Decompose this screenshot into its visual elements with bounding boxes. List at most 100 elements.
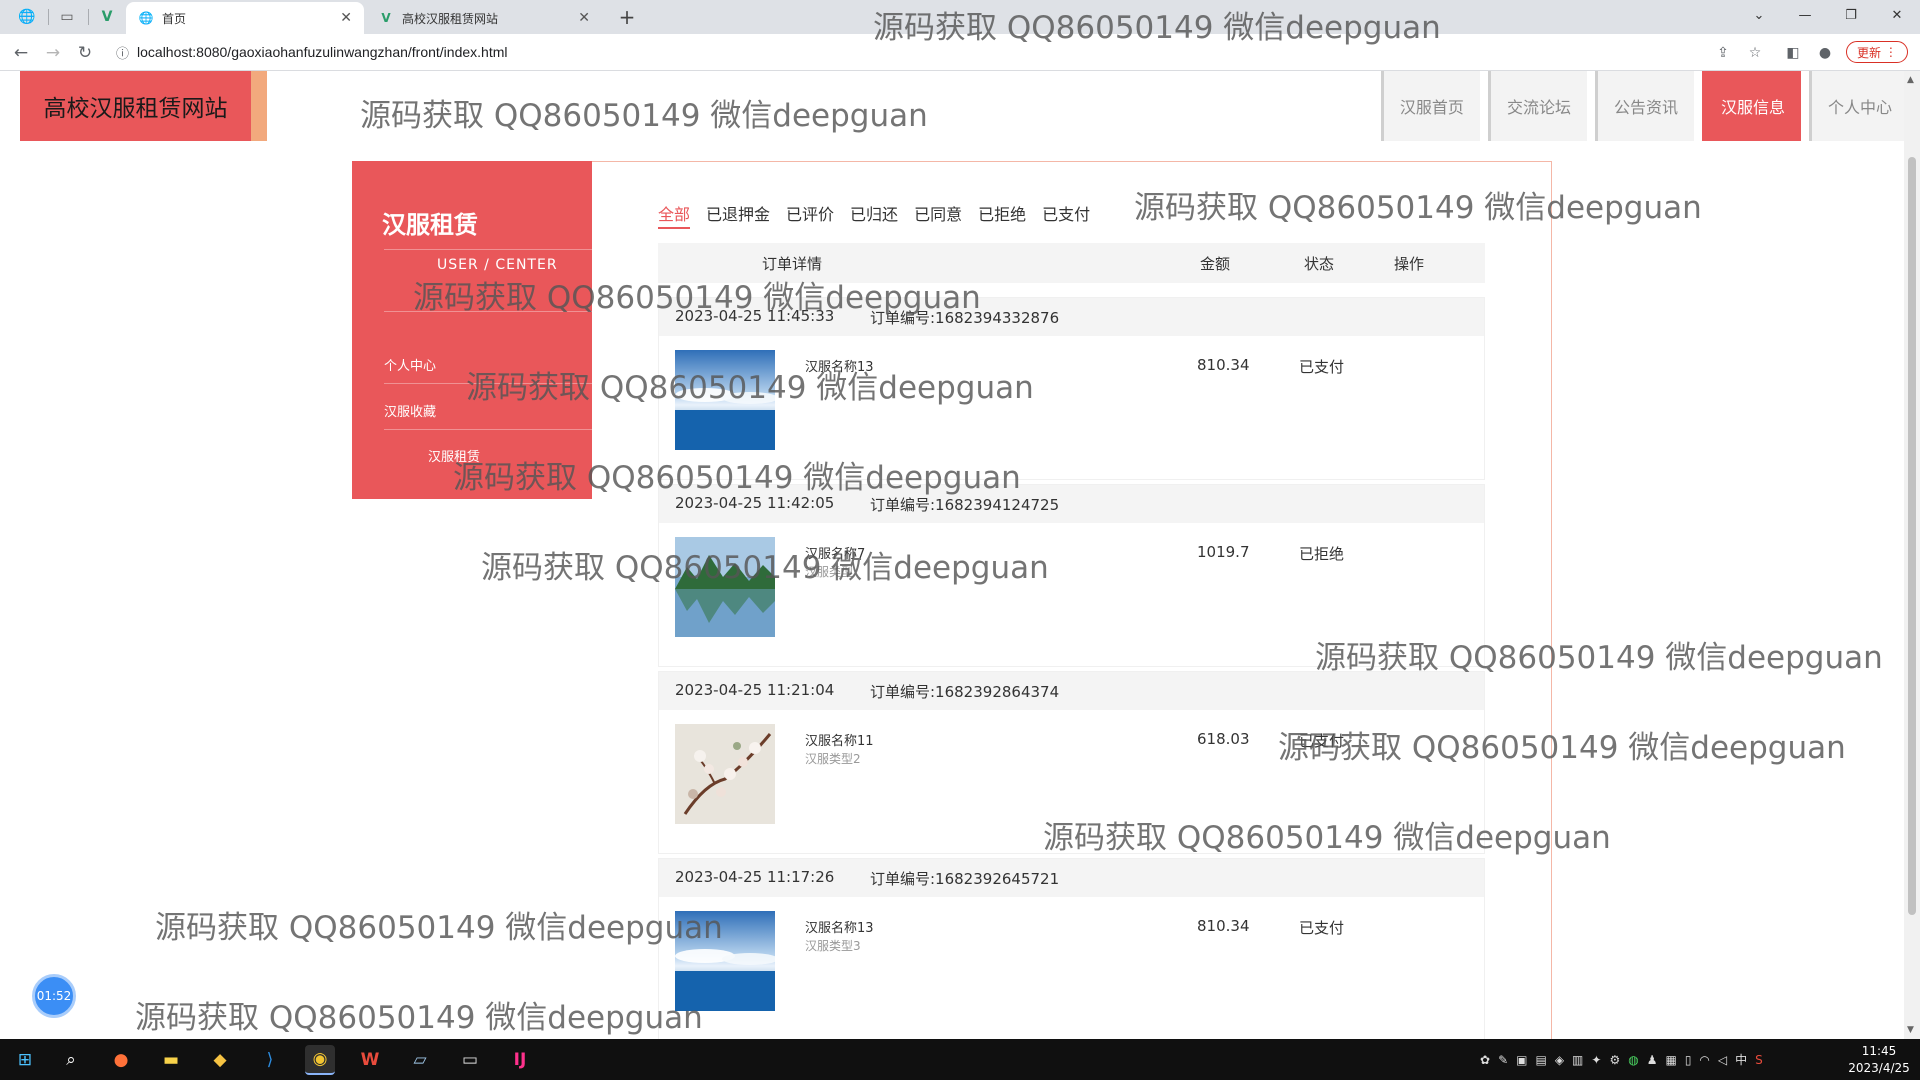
nav-user-center[interactable]: 个人中心 <box>1808 71 1908 141</box>
share-icon[interactable]: ⇪ <box>1712 42 1734 64</box>
windows-taskbar: ⊞ ⌕ ● ▬ ◆ ⟩ ◉ W ▱ ▭ IJ ✿ ✎ ▣ ▤ ◈ ▥ ✦ ⚙ ◍… <box>0 1039 1920 1080</box>
tab-site[interactable]: V 高校汉服租赁网站 ✕ <box>366 2 602 34</box>
nav-forum[interactable]: 交流论坛 <box>1487 71 1587 141</box>
tray-app-icon[interactable]: ▥ <box>1572 1053 1583 1067</box>
vscode-icon[interactable]: ⟩ <box>255 1045 285 1075</box>
recording-timer[interactable]: 01:52 <box>32 974 76 1018</box>
nav-news[interactable]: 公告资讯 <box>1594 71 1694 141</box>
nav-hanfu-info[interactable]: 汉服信息 <box>1701 71 1801 141</box>
battery-icon[interactable]: ▯ <box>1685 1053 1692 1067</box>
terminal-icon[interactable]: ▭ <box>455 1045 485 1075</box>
firefox-icon[interactable]: ● <box>106 1045 136 1075</box>
reload-button[interactable]: ↻ <box>72 40 98 66</box>
order-number: 订单编号:1682392864374 <box>870 683 1060 701</box>
order-number: 订单编号:1682394124725 <box>870 496 1060 514</box>
order-status: 已支付 <box>1299 358 1345 376</box>
window-close-button[interactable]: ✕ <box>1874 0 1920 30</box>
col-amount: 金额 <box>1200 255 1231 273</box>
watermark: 源码获取 QQ86050149 微信deepguan <box>413 280 981 316</box>
filter-deposit-refunded[interactable]: 已退押金 <box>706 201 770 229</box>
tray-app-icon[interactable]: ◈ <box>1555 1053 1564 1067</box>
tray-app-icon[interactable]: ⚙ <box>1609 1053 1620 1067</box>
tray-app-icon[interactable]: ✿ <box>1480 1053 1490 1067</box>
wechat-icon[interactable]: ◍ <box>1628 1053 1638 1067</box>
globe-icon: 🌐 <box>138 11 154 25</box>
tray-app-icon[interactable]: S <box>1755 1053 1763 1067</box>
restore-button[interactable]: ❐ <box>1828 0 1874 30</box>
tray-app-icon[interactable]: ✦ <box>1591 1053 1601 1067</box>
volume-icon[interactable]: ◁ <box>1718 1053 1727 1067</box>
tray-app-icon[interactable]: ♟ <box>1647 1053 1658 1067</box>
wifi-icon[interactable]: ◠ <box>1699 1053 1709 1067</box>
tab-search-icon[interactable]: ⌄ <box>1736 0 1782 30</box>
tab-home[interactable]: 🌐 首页 ✕ <box>126 2 364 34</box>
scrollbar-thumb[interactable] <box>1908 157 1916 915</box>
system-tray: ✿ ✎ ▣ ▤ ◈ ▥ ✦ ⚙ ◍ ♟ ▦ ▯ ◠ ◁ 中 S <box>1476 1039 1767 1080</box>
scroll-up-icon[interactable]: ▲ <box>1907 75 1914 85</box>
close-icon[interactable]: ✕ <box>578 10 590 26</box>
tray-app-icon[interactable]: ▦ <box>1665 1053 1676 1067</box>
back-button[interactable]: ← <box>8 40 34 66</box>
new-tab-button[interactable]: + <box>614 4 640 30</box>
ime-indicator[interactable]: 中 <box>1735 1051 1747 1068</box>
sidebar-item-favorites[interactable]: 汉服收藏 <box>384 401 436 420</box>
nav-label: 交流论坛 <box>1506 98 1571 117</box>
col-details: 订单详情 <box>762 255 823 273</box>
order-header: 2023-04-25 11:17:26 订单编号:1682392645721 <box>659 859 1484 897</box>
minimize-button[interactable]: — <box>1782 0 1828 30</box>
order-status-filters: 全部 已退押金 已评价 已归还 已同意 已拒绝 已支付 <box>658 201 1106 229</box>
intellij-icon[interactable]: IJ <box>505 1045 535 1075</box>
filter-all[interactable]: 全部 <box>658 201 691 229</box>
tab-title: 首页 <box>162 11 187 26</box>
bookmark-star-icon[interactable]: ☆ <box>1744 42 1766 64</box>
watermark: 源码获取 QQ86050149 微信deepguan <box>873 10 1441 46</box>
order-number: 订单编号:1682392645721 <box>870 870 1060 888</box>
sidebar-item-user-center[interactable]: 个人中心 <box>384 355 436 374</box>
product-name[interactable]: 汉服名称13 <box>805 917 874 936</box>
clock-date: 2023/4/25 <box>1848 1061 1910 1075</box>
order-time: 2023-04-25 11:17:26 <box>675 868 835 886</box>
forward-button[interactable]: → <box>40 40 66 66</box>
notepad-icon[interactable]: ▱ <box>405 1045 435 1075</box>
watermark: 源码获取 QQ86050149 微信deepguan <box>1043 820 1611 856</box>
update-button[interactable]: 更新 ⋮ <box>1846 41 1908 63</box>
filter-reviewed[interactable]: 已评价 <box>786 201 834 229</box>
watermark: 源码获取 QQ86050149 微信deepguan <box>1134 190 1702 226</box>
nav-home[interactable]: 汉服首页 <box>1380 71 1480 141</box>
chrome-icon[interactable]: ◉ <box>305 1045 335 1075</box>
tab-separator <box>48 9 49 25</box>
close-icon[interactable]: ✕ <box>340 10 352 26</box>
filter-rejected[interactable]: 已拒绝 <box>978 201 1026 229</box>
product-thumbnail[interactable] <box>675 724 775 824</box>
pinned-tab-vue-icon[interactable]: V <box>92 5 122 29</box>
tab-title: 高校汉服租赁网站 <box>402 11 499 26</box>
wps-icon[interactable]: W <box>355 1045 385 1075</box>
url-text[interactable]: localhost:8080/gaoxiaohanfuzulinwangzhan… <box>137 44 507 60</box>
info-icon[interactable]: ⓘ <box>116 43 129 62</box>
order-card: 2023-04-25 11:17:26 订单编号:1682392645721 汉… <box>658 858 1485 1039</box>
app-icon[interactable]: ◆ <box>205 1045 235 1075</box>
page-scrollbar[interactable]: ▲ ▼ <box>1904 71 1920 1039</box>
pinned-tab-blank-icon[interactable]: ▭ <box>52 5 82 29</box>
tray-app-icon[interactable]: ▤ <box>1535 1053 1546 1067</box>
filter-returned[interactable]: 已归还 <box>850 201 898 229</box>
scroll-down-icon[interactable]: ▼ <box>1907 1025 1914 1035</box>
filter-approved[interactable]: 已同意 <box>914 201 962 229</box>
nav-label: 个人中心 <box>1827 98 1892 117</box>
search-icon[interactable]: ⌕ <box>56 1045 86 1075</box>
profile-icon[interactable]: ● <box>1814 42 1836 64</box>
filter-paid[interactable]: 已支付 <box>1042 201 1090 229</box>
site-logo[interactable]: 高校汉服租赁网站 <box>20 71 251 141</box>
watermark: 源码获取 QQ86050149 微信deepguan <box>1315 640 1883 676</box>
nav-label: 汉服首页 <box>1399 98 1464 117</box>
tray-app-icon[interactable]: ✎ <box>1498 1053 1508 1067</box>
order-amount: 1019.7 <box>1197 543 1250 561</box>
file-explorer-icon[interactable]: ▬ <box>156 1045 186 1075</box>
side-panel-icon[interactable]: ◧ <box>1782 42 1804 64</box>
taskbar-clock[interactable]: 11:45 2023/4/25 <box>1846 1043 1912 1077</box>
tray-app-icon[interactable]: ▣ <box>1516 1053 1527 1067</box>
logo-accent-bar <box>251 71 267 141</box>
product-name[interactable]: 汉服名称11 <box>805 730 874 749</box>
windows-start-icon[interactable]: ⊞ <box>10 1045 40 1075</box>
pinned-tab-globe-icon[interactable]: 🌐 <box>12 5 42 29</box>
